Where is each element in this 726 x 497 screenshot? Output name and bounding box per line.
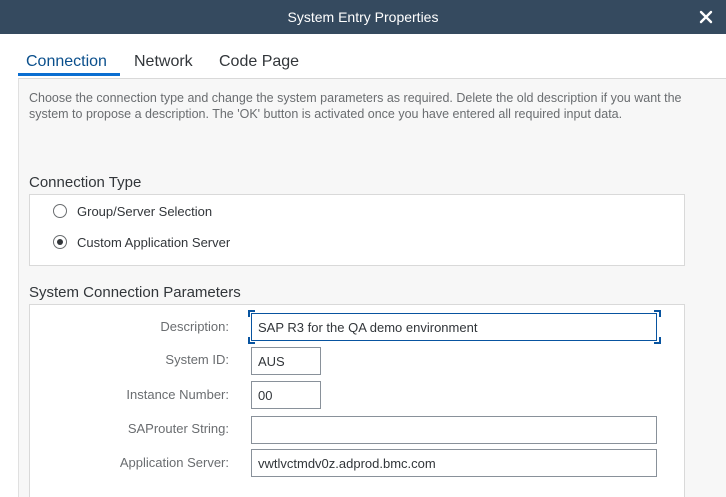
system-id-input[interactable] (251, 347, 321, 375)
active-tab-indicator (18, 73, 120, 76)
saprouter-string-label: SAProuter String: (127, 421, 229, 436)
focus-corner (654, 337, 661, 344)
radio-custom-application-server[interactable]: Custom Application Server (53, 233, 230, 251)
system-entry-properties-dialog: System Entry Properties Connection Netwo… (0, 0, 726, 497)
tab-network[interactable]: Network (134, 52, 193, 72)
radio-button-unchecked[interactable] (53, 204, 67, 218)
focus-corner (248, 337, 255, 344)
focus-corner (248, 310, 255, 317)
system-id-label: System ID: (165, 352, 229, 367)
tab-code-page[interactable]: Code Page (219, 52, 299, 72)
focus-corner (654, 310, 661, 317)
tab-bar: Connection Network Code Page (0, 34, 726, 78)
application-server-input[interactable] (251, 449, 657, 477)
intro-text: Choose the connection type and change th… (29, 91, 682, 121)
system-connection-parameters-title: System Connection Parameters (29, 284, 241, 301)
connection-type-title: Connection Type (29, 174, 142, 191)
title-bar: System Entry Properties (0, 0, 726, 34)
radio-label: Custom Application Server (77, 234, 231, 250)
close-icon (699, 10, 713, 24)
description-input[interactable] (251, 313, 657, 341)
radio-button-checked[interactable] (53, 235, 67, 249)
close-button[interactable] (694, 5, 718, 29)
tab-connection[interactable]: Connection (26, 52, 107, 72)
dialog-title: System Entry Properties (287, 9, 439, 25)
radio-group-server-selection[interactable]: Group/Server Selection (53, 202, 212, 220)
saprouter-string-input[interactable] (251, 416, 657, 444)
application-server-label: Application Server: (119, 455, 229, 470)
instance-number-label: Instance Number: (126, 387, 229, 402)
instance-number-input[interactable] (251, 381, 321, 409)
radio-label: Group/Server Selection (77, 203, 213, 219)
description-label: Description: (160, 319, 229, 334)
